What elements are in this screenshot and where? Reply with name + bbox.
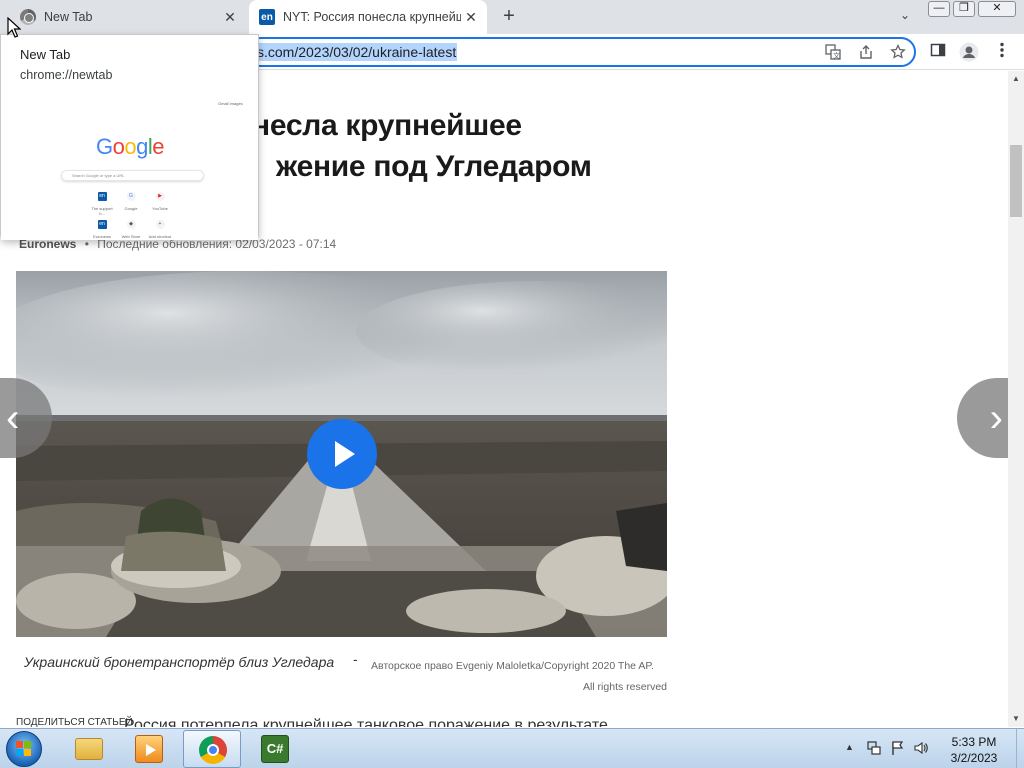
hero-video[interactable] (16, 271, 667, 637)
hover-card-url: chrome://newtab (20, 68, 113, 82)
chrome-icon (20, 9, 36, 25)
euronews-icon: en (259, 9, 275, 25)
menu-kebab-icon[interactable] (992, 42, 1012, 62)
bookmark-star-icon[interactable] (889, 43, 907, 62)
preview-shortcut: ◆ Web Store (121, 220, 141, 239)
scrollbar-thumb[interactable] (1010, 145, 1022, 217)
tab-new-tab[interactable]: New Tab ✕ (0, 0, 246, 34)
scroll-down-arrow-icon[interactable]: ▼ (1012, 714, 1020, 723)
url-text[interactable]: s.com/2023/03/02/ukraine-latest (256, 43, 458, 61)
clock-date: 3/2/2023 (950, 751, 998, 765)
scroll-up-arrow-icon[interactable]: ▲ (1012, 74, 1020, 83)
preview-shortcut: + Add shortcut (148, 220, 172, 239)
mouse-cursor-icon (7, 17, 21, 38)
show-hidden-icons-icon[interactable]: ▲ (845, 742, 854, 752)
preview-shortcut: en The support h... (91, 192, 113, 216)
svg-text:文: 文 (833, 51, 840, 60)
google-logo: Google (96, 134, 165, 159)
image-copyright: Авторское право Evgeniy Maloletka/Copyri… (371, 656, 667, 698)
page-scrollbar[interactable]: ▲ ▼ (1008, 71, 1024, 727)
preview-shortcut: en Euronews (93, 220, 111, 239)
chrome-icon (199, 736, 227, 764)
hover-card-preview: Gmail Images Google Search Google or typ… (1, 95, 258, 240)
tab-hover-card: New Tab chrome://newtab Gmail Images Goo… (0, 34, 259, 240)
close-tab-icon[interactable]: ✕ (461, 7, 481, 27)
close-tab-icon[interactable]: ✕ (220, 7, 240, 27)
article-lead: Россия потерпела крупнейшее танковое пор… (124, 717, 608, 727)
clock-time: 5:33 PM (951, 735, 997, 749)
tab-nyt-article[interactable]: en NYT: Россия понесла крупнейш ✕ (249, 0, 487, 34)
tab-search-chevron-icon[interactable]: ⌄ (896, 8, 914, 26)
tab-title: NYT: Россия понесла крупнейш (283, 10, 461, 24)
taskbar-media-player[interactable] (120, 730, 178, 768)
show-desktop-button[interactable] (1016, 729, 1024, 768)
csharp-icon: C# (261, 735, 289, 763)
share-icon[interactable] (857, 44, 875, 62)
tab-strip: New Tab ✕ en NYT: Россия понесла крупней… (0, 0, 1024, 34)
share-article-label[interactable]: ПОДЕЛИТЬСЯ СТАТЬЕЙ (16, 717, 133, 727)
minimize-button[interactable]: — (928, 1, 950, 17)
copyright-line-2: All rights reserved (582, 681, 667, 693)
translate-icon[interactable]: 文 (824, 44, 842, 62)
tab-title: New Tab (44, 10, 93, 24)
preview-shortcut: ▶ YouTube (152, 192, 168, 211)
start-button[interactable] (6, 731, 42, 767)
new-tab-button[interactable]: + (498, 6, 520, 28)
volume-icon[interactable] (913, 740, 929, 756)
windows-logo-icon (16, 741, 32, 757)
action-center-flag-icon[interactable] (890, 740, 906, 756)
copyright-line-1: Авторское право Evgeniy Maloletka/Copyri… (371, 660, 654, 672)
preview-search-box: Search Google or type a URL (61, 170, 204, 181)
preview-top-links: Gmail Images (218, 101, 243, 106)
carousel-next-button[interactable]: › (957, 378, 1008, 458)
caption-dash: - (353, 651, 358, 667)
media-player-icon (135, 735, 163, 763)
system-clock[interactable]: 5:33 PM 3/2/2023 (936, 734, 1012, 766)
folder-icon (75, 738, 103, 760)
windows-taskbar: C# ▲ 5:33 PM 3/2/2023 (0, 728, 1024, 768)
taskbar-file-explorer[interactable] (60, 730, 118, 768)
close-window-button[interactable]: ✕ (978, 1, 1016, 17)
taskbar-csharp-editor[interactable]: C# (246, 730, 304, 768)
network-icon[interactable] (866, 740, 882, 756)
taskbar-google-chrome[interactable] (183, 730, 241, 768)
side-panel-icon[interactable] (928, 42, 948, 62)
profile-avatar-icon[interactable] (959, 42, 979, 62)
address-bar[interactable]: s.com/2023/03/02/ukraine-latest 文 (246, 37, 916, 67)
image-caption: Украинский бронетранспортёр близ Угледар… (24, 654, 335, 670)
hover-card-title: New Tab (20, 47, 71, 62)
selected-url: s.com/2023/03/02/ukraine-latest (256, 43, 458, 61)
preview-shortcut: G Google (124, 192, 138, 211)
play-button[interactable] (307, 419, 377, 489)
restore-button[interactable]: ❐ (953, 1, 975, 17)
